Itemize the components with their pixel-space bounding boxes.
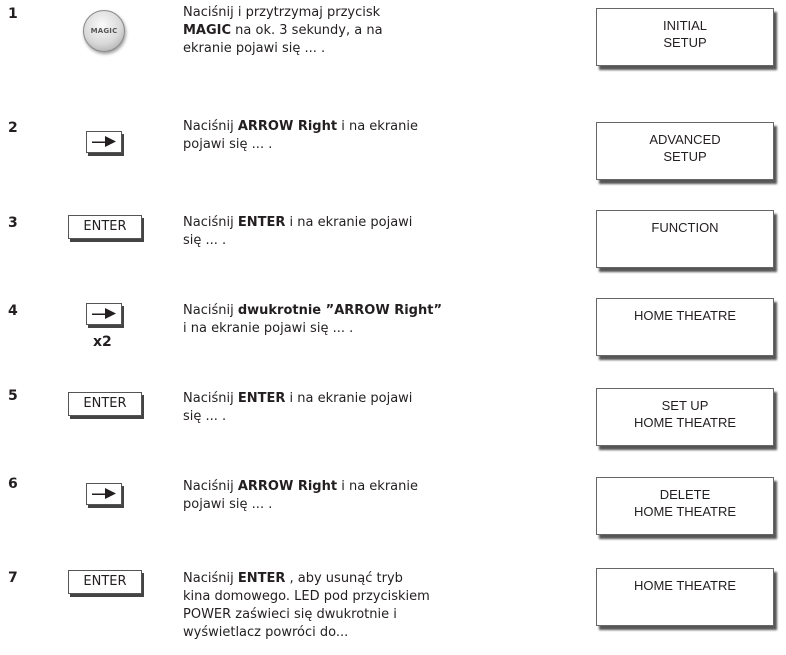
screen-line-2: HOME THEATRE: [633, 415, 737, 430]
step-instruction: Naciśnij dwukrotnie ”ARROW Right” i na e…: [183, 302, 443, 338]
screen-line-1: INITIAL: [662, 18, 708, 33]
step-instruction: Naciśnij ENTER i na ekranie pojawi się .…: [183, 390, 423, 426]
step-instruction: Naciśnij ENTER , aby usunąć tryb kina do…: [183, 570, 433, 642]
step-instruction: Naciśnij ARROW Right i na ekranie pojawi…: [183, 478, 423, 514]
step-instruction: Naciśnij ENTER i na ekranie pojawi się .…: [183, 214, 423, 250]
instruction-text: Naciśnij: [183, 119, 238, 134]
screen-line-2: HOME THEATRE: [633, 504, 737, 519]
instruction-text: Naciśnij: [183, 391, 238, 406]
step-number: 7: [8, 570, 18, 586]
screen-line-2: SETUP: [663, 149, 707, 164]
step-instruction: Naciśnij i przytrzymaj przycisk MAGIC na…: [183, 4, 423, 58]
screen-line-1: DELETE: [659, 487, 711, 502]
step-number: 2: [8, 120, 18, 136]
screen-line-2: SETUP: [663, 35, 707, 50]
enter-key-icon: ENTER: [68, 570, 142, 594]
lcd-screen: DELETE HOME THEATRE: [596, 477, 774, 535]
enter-key-icon: ENTER: [68, 215, 142, 239]
enter-key-icon: ENTER: [68, 392, 142, 416]
magic-button-icon: MAGIC: [83, 10, 125, 52]
step-number: 6: [8, 476, 18, 492]
step-number: 5: [8, 388, 18, 404]
instruction-key: ENTER: [237, 391, 286, 406]
lcd-screen: FUNCTION: [596, 210, 774, 268]
instruction-text: Naciśnij: [183, 571, 238, 586]
screen-line-1: SET UP: [661, 398, 709, 413]
step-number: 1: [8, 6, 18, 22]
lcd-screen: HOME THEATRE: [596, 568, 774, 626]
instruction-text: Naciśnij: [183, 303, 238, 318]
screen-line-1: HOME THEATRE: [633, 578, 737, 593]
step-instruction: Naciśnij ARROW Right i na ekranie pojawi…: [183, 118, 423, 154]
lcd-screen: HOME THEATRE: [596, 298, 774, 356]
instruction-text: Naciśnij: [183, 215, 238, 230]
lcd-screen: SET UP HOME THEATRE: [596, 388, 774, 446]
screen-line-1: HOME THEATRE: [633, 308, 737, 323]
instruction-text-cont: i na ekranie pojawi się ... .: [183, 321, 354, 336]
arrow-right-key-icon: [86, 303, 122, 325]
instruction-key: MAGIC: [183, 23, 232, 38]
arrow-right-key-icon: [86, 483, 122, 505]
instruction-text: Naciśnij i przytrzymaj przycisk: [183, 5, 381, 20]
instruction-key: ENTER: [237, 215, 286, 230]
instruction-text: Naciśnij: [183, 479, 238, 494]
arrow-right-key-icon: [86, 131, 122, 153]
step-number: 3: [8, 215, 18, 231]
instruction-key: dwukrotnie ”ARROW Right”: [237, 303, 442, 318]
instruction-key: ENTER: [237, 571, 286, 586]
instruction-key: ARROW Right: [237, 479, 338, 494]
instruction-key: ARROW Right: [237, 119, 338, 134]
press-count-label: x2: [93, 334, 112, 350]
magic-button-label: MAGIC: [90, 27, 118, 35]
lcd-screen: ADVANCED SETUP: [596, 122, 774, 180]
step-number: 4: [8, 303, 18, 319]
screen-line-1: ADVANCED: [649, 132, 721, 147]
screen-line-1: FUNCTION: [651, 220, 719, 235]
lcd-screen: INITIAL SETUP: [596, 8, 774, 66]
